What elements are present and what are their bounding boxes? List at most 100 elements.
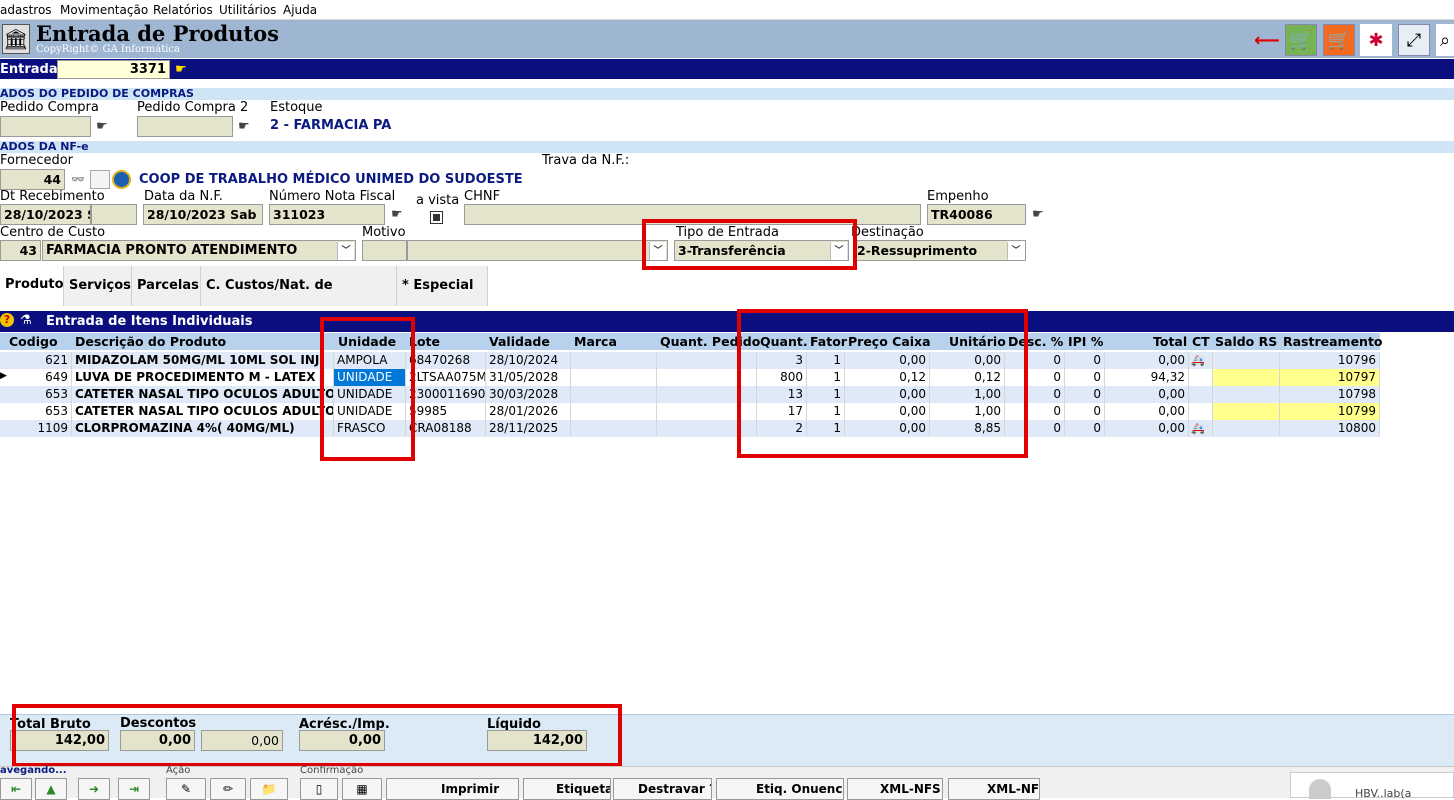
cell-lote[interactable]: 68470268	[406, 352, 486, 369]
destinacao-select[interactable]: 2-Ressuprimento ﹀	[853, 240, 1026, 261]
back-arrow-icon[interactable]: ⟵	[1254, 30, 1280, 51]
col-codigo[interactable]: Codigo	[9, 333, 58, 350]
cell-total[interactable]: 94,32	[1105, 369, 1189, 386]
pedido-compra2-field[interactable]	[137, 116, 233, 137]
door-icon[interactable]: ▯	[300, 778, 338, 800]
next-record-icon[interactable]: ➜	[78, 778, 110, 800]
col-saldo-rs[interactable]: Saldo RS	[1215, 333, 1277, 350]
col-marca[interactable]: Marca	[574, 333, 617, 350]
cell-codigo[interactable]: 653	[0, 386, 72, 403]
cell-codigo[interactable]: 1109	[0, 420, 72, 437]
col-descricao[interactable]: Descrição do Produto	[75, 333, 226, 350]
cell-validade[interactable]: 28/11/2025	[486, 420, 571, 437]
cell-descricao[interactable]: CATETER NASAL TIPO OCULOS ADULTO	[72, 386, 334, 403]
pointer-icon[interactable]: ☛	[391, 207, 403, 222]
cell-lote[interactable]: 59985	[406, 403, 486, 420]
col-validade[interactable]: Validade	[489, 333, 550, 350]
cart-orange-icon[interactable]: 🛒	[1323, 24, 1355, 56]
data-nf-field[interactable]: 28/10/2023 Sab	[143, 204, 263, 225]
col-rastreamento[interactable]: Rastreamento	[1283, 333, 1383, 350]
cell-rastreamento[interactable]: 10799	[1280, 403, 1380, 420]
menu-utilitarios[interactable]: Utilitários	[219, 3, 276, 17]
cell-marca[interactable]	[571, 420, 657, 437]
col-total[interactable]: Total	[1153, 333, 1187, 350]
ambulance-icon[interactable]: 🚑	[1189, 420, 1213, 437]
menu-cadastros[interactable]: adastros	[0, 3, 52, 17]
dt-receb-extra-field[interactable]	[91, 204, 137, 225]
xml-nfs-button[interactable]: XML-NFS	[847, 778, 943, 800]
cell-total[interactable]: 0,00	[1105, 352, 1189, 369]
centro-code-field[interactable]: 43	[0, 240, 41, 261]
xml-nf-button[interactable]: XML-NF	[948, 778, 1040, 800]
numero-nf-field[interactable]: 311023	[269, 204, 385, 225]
cell-saldo-rs[interactable]	[1213, 369, 1280, 386]
cell-ipi[interactable]: 0	[1065, 369, 1105, 386]
cell-ipi[interactable]: 0	[1065, 386, 1105, 403]
cell-lote[interactable]: CRA08188	[406, 420, 486, 437]
cell-descricao[interactable]: CLORPROMAZINA 4%( 40MG/ML)	[72, 420, 334, 437]
cell-rastreamento[interactable]: 10798	[1280, 386, 1380, 403]
menu-ajuda[interactable]: Ajuda	[283, 3, 317, 17]
cell-validade[interactable]: 28/01/2026	[486, 403, 571, 420]
print-button[interactable]: Imprimir	[386, 778, 519, 800]
cell-validade[interactable]: 28/10/2024	[486, 352, 571, 369]
cell-lote[interactable]: 2LTSAA075M	[406, 369, 486, 386]
pointer-icon[interactable]: ☛	[1032, 207, 1044, 222]
table-row[interactable]: 1109 CLORPROMAZINA 4%( 40MG/ML) FRASCO C…	[0, 420, 1380, 437]
entrada-field[interactable]: 3371	[57, 60, 170, 79]
first-record-icon[interactable]: ⇤	[0, 778, 32, 800]
fornecedor-code-field[interactable]: 44	[0, 169, 65, 190]
last-record-icon[interactable]: ⇥	[118, 778, 150, 800]
tab-ccustos[interactable]: C. Custos/Nat. de Operação	[201, 266, 397, 333]
building-icon[interactable]: ▦	[342, 778, 382, 800]
tab-produtos[interactable]: Produtos	[0, 266, 71, 306]
unlock-button[interactable]: Destravar ?	[613, 778, 712, 800]
cell-ipi[interactable]: 0	[1065, 352, 1105, 369]
col-ct[interactable]: CT	[1192, 333, 1210, 350]
help-icon[interactable]: ?	[0, 313, 14, 327]
pointer-icon[interactable]: ☛	[175, 62, 187, 77]
table-row[interactable]: 649 LUVA DE PROCEDIMENTO M - LATEX UNIDA…	[0, 369, 1380, 386]
cell-marca[interactable]	[571, 403, 657, 420]
cell-codigo[interactable]: 653	[0, 403, 72, 420]
binoculars-icon[interactable]: 👓	[68, 170, 88, 189]
cell-descricao[interactable]: MIDAZOLAM 50MG/ML 10ML SOL INJ	[72, 352, 334, 369]
cell-saldo-rs[interactable]	[1213, 403, 1280, 420]
cell-rastreamento[interactable]: 10796	[1280, 352, 1380, 369]
table-row[interactable]: 653 CATETER NASAL TIPO OCULOS ADULTO UNI…	[0, 386, 1380, 403]
cell-saldo-rs[interactable]	[1213, 420, 1280, 437]
table-row[interactable]: 621 MIDAZOLAM 50MG/ML 10ML SOL INJ AMPOL…	[0, 352, 1380, 369]
cell-total[interactable]: 0,00	[1105, 420, 1189, 437]
cart-green-icon[interactable]: 🛒	[1285, 24, 1317, 56]
table-row[interactable]: 653 CATETER NASAL TIPO OCULOS ADULTO UNI…	[0, 403, 1380, 420]
label-button[interactable]: Etiqueta	[523, 778, 611, 800]
col-ipi[interactable]: IPI %	[1068, 333, 1103, 350]
menu-relatorios[interactable]: Relatórios	[153, 3, 213, 17]
tab-parcelas[interactable]: Parcelas	[132, 266, 201, 306]
cell-ipi[interactable]: 0	[1065, 420, 1105, 437]
cell-saldo-rs[interactable]	[1213, 386, 1280, 403]
etiq-button[interactable]: Etiq. Onuenca	[716, 778, 844, 800]
pedido-compra-field[interactable]	[0, 116, 91, 137]
cell-lote[interactable]: 23000116900	[406, 386, 486, 403]
ambulance-icon[interactable]	[1189, 369, 1213, 386]
cell-marca[interactable]	[571, 369, 657, 386]
tab-servicos[interactable]: Serviços	[64, 266, 132, 306]
empenho-field[interactable]: TR40086	[927, 204, 1026, 225]
ambulance-icon[interactable]: 🚑	[1189, 352, 1213, 369]
cell-validade[interactable]: 30/03/2028	[486, 386, 571, 403]
prev-record-icon[interactable]: ▲	[35, 778, 67, 800]
cell-saldo-rs[interactable]	[1213, 352, 1280, 369]
cell-total[interactable]: 0,00	[1105, 403, 1189, 420]
motivo-select[interactable]: ﹀	[407, 240, 668, 261]
menu-movimentacao[interactable]: Movimentação	[60, 3, 148, 17]
cell-ipi[interactable]: 0	[1065, 403, 1105, 420]
tab-especial[interactable]: * Especial *	[397, 266, 488, 333]
document-icon[interactable]	[90, 170, 110, 189]
pointer-icon[interactable]: ☛	[96, 119, 108, 134]
cell-codigo[interactable]: 649	[0, 369, 72, 386]
cell-descricao[interactable]: LUVA DE PROCEDIMENTO M - LATEX	[72, 369, 334, 386]
cell-marca[interactable]	[571, 352, 657, 369]
cell-total[interactable]: 0,00	[1105, 386, 1189, 403]
edit-icon[interactable]: ✎	[166, 778, 206, 800]
